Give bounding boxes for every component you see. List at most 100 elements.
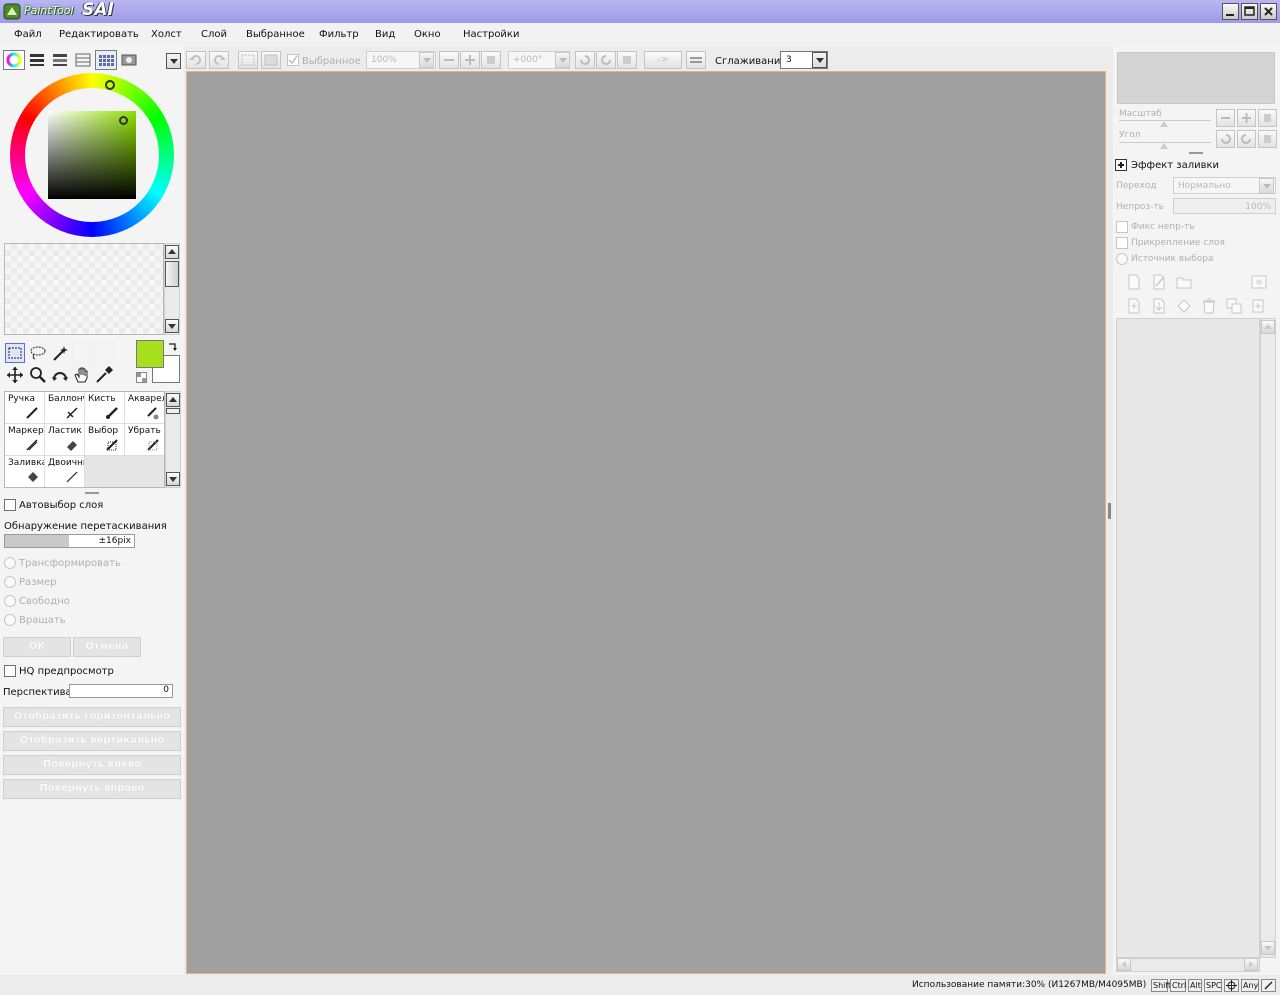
rotate-cw-button[interactable] (596, 51, 616, 69)
menu-selection[interactable]: Выбранное (246, 29, 305, 40)
rotate-left-button[interactable]: Повернуть влево (3, 755, 181, 775)
lasso-tool[interactable] (28, 343, 48, 363)
navigator-preview[interactable] (1117, 52, 1275, 104)
menu-view[interactable]: Вид (375, 29, 395, 40)
primary-color-swatch[interactable] (136, 340, 164, 368)
scratchpad-mode-button[interactable] (119, 51, 139, 69)
drag-detection-slider[interactable]: ±16pix (4, 534, 135, 548)
nav-zoom-reset-button[interactable] (1258, 109, 1277, 127)
perspective-input[interactable]: 0 (69, 684, 173, 698)
sv-cursor[interactable] (119, 116, 128, 125)
fill-effect-expand-button[interactable] (1115, 159, 1127, 171)
smoothing-dropdown-arrow[interactable] (812, 52, 827, 68)
maximize-button[interactable] (1241, 3, 1258, 20)
mixer-mode-button[interactable] (73, 51, 93, 69)
clear-layer-button[interactable] (1174, 296, 1194, 316)
new-folder-button[interactable] (1174, 272, 1194, 292)
minimize-button[interactable] (1222, 3, 1239, 20)
merge-down-button[interactable] (1149, 296, 1169, 316)
layer-mask-button[interactable] (1249, 272, 1269, 292)
opacity-slider[interactable]: 100% (1173, 198, 1276, 214)
tool-scroll-up-button[interactable] (166, 393, 180, 407)
tool-brush[interactable]: Кисть (85, 392, 125, 424)
nav-angle-thumb[interactable] (1160, 143, 1168, 149)
rect-select-tool[interactable] (5, 343, 25, 363)
show-selection-checkbox[interactable] (287, 54, 299, 66)
tool-eraser[interactable]: Ластик (45, 424, 85, 456)
tool-binary-pen[interactable]: Двоичный (45, 456, 85, 487)
tool-bucket[interactable]: Заливка (5, 456, 45, 487)
tool-airbrush[interactable]: Баллончик (45, 392, 85, 424)
transparent-color-button[interactable] (136, 372, 147, 383)
duplicate-layer-button[interactable] (1249, 296, 1269, 316)
eyedropper-tool[interactable] (94, 365, 114, 385)
stabilizer-toggle-button[interactable] (686, 51, 706, 69)
clipping-checkbox[interactable] (1116, 237, 1128, 249)
new-layer-button[interactable] (1124, 272, 1144, 292)
swatch-scroll-up-button[interactable] (165, 245, 179, 259)
close-button[interactable] (1260, 3, 1277, 20)
zoom-out-button[interactable] (439, 51, 459, 69)
menu-edit[interactable]: Редактировать (59, 29, 139, 40)
layer-list-vscrollbar[interactable] (1260, 318, 1276, 958)
zoom-dropdown-arrow[interactable] (419, 52, 434, 68)
color-wheel-mode-button[interactable] (3, 50, 25, 70)
hq-preview-checkbox[interactable] (4, 665, 16, 677)
delete-layer-button[interactable] (1199, 296, 1219, 316)
layer-list[interactable] (1116, 318, 1260, 958)
rotate-radio[interactable] (4, 614, 16, 626)
free-transform-radio[interactable] (4, 595, 16, 607)
nav-rotate-reset-button[interactable] (1258, 130, 1277, 148)
move-tool[interactable] (5, 365, 25, 385)
swatches-mode-button[interactable] (95, 50, 117, 70)
nav-zoom-in-button[interactable] (1237, 109, 1256, 127)
resize-radio[interactable] (4, 576, 16, 588)
layer-list-hscrollbar[interactable] (1116, 958, 1260, 972)
selection-source-radio[interactable] (1116, 253, 1128, 265)
menu-canvas[interactable]: Холст (151, 29, 182, 40)
preserve-opacity-checkbox[interactable] (1116, 221, 1128, 233)
new-linework-layer-button[interactable] (1149, 272, 1169, 292)
layer-scroll-right-button[interactable] (1244, 958, 1258, 971)
merge-selected-button[interactable] (1224, 296, 1244, 316)
swap-colors-button[interactable] (167, 341, 179, 353)
color-swatch-area[interactable] (4, 243, 164, 335)
tool-select-pen[interactable]: Выбор (85, 424, 125, 456)
menu-settings[interactable]: Настройки (463, 29, 519, 40)
menu-file[interactable]: Файл (14, 29, 42, 40)
nav-rotate-ccw-button[interactable] (1216, 130, 1235, 148)
flip-horizontal-button[interactable]: Отобразить горизонтально (3, 707, 181, 727)
swatch-scroll-down-button[interactable] (165, 319, 179, 333)
hue-cursor[interactable] (105, 80, 115, 90)
transform-radio[interactable] (4, 557, 16, 569)
undo-button[interactable] (186, 51, 206, 69)
right-splitter-handle[interactable] (1108, 503, 1111, 519)
flip-view-button[interactable]: -> (644, 51, 682, 69)
cancel-button[interactable]: Отмена (73, 637, 141, 657)
canvas-area[interactable] (186, 71, 1106, 974)
nav-zoom-out-button[interactable] (1216, 109, 1235, 127)
layer-scroll-left-button[interactable] (1117, 958, 1131, 971)
tool-deselect-pen[interactable]: Убрать (125, 424, 164, 456)
zoom-tool[interactable] (28, 365, 48, 385)
tool-scroll-thumb[interactable] (166, 408, 180, 414)
zoom-reset-button[interactable] (481, 51, 501, 69)
swatch-scroll-thumb[interactable] (165, 261, 179, 287)
flip-vertical-button[interactable]: Отобразить вертикально (3, 731, 181, 751)
color-panel-menu-button[interactable] (166, 53, 181, 69)
layer-scroll-up-button[interactable] (1261, 320, 1275, 334)
ok-button[interactable]: OK (3, 637, 71, 657)
copy-layer-button[interactable] (1124, 296, 1144, 316)
rgb-slider-mode-button[interactable] (27, 51, 47, 69)
rotate-right-button[interactable]: Повернуть вправо (3, 779, 181, 799)
angle-dropdown-arrow[interactable] (555, 52, 570, 68)
menu-layer[interactable]: Слой (201, 29, 227, 40)
redo-button[interactable] (209, 51, 229, 69)
auto-select-layer-checkbox[interactable] (4, 499, 16, 511)
menu-filter[interactable]: Фильтр (319, 29, 359, 40)
invert-selection-button[interactable] (261, 51, 281, 69)
layer-scroll-down-button[interactable] (1261, 941, 1275, 955)
navigator-splitter-handle[interactable] (1189, 152, 1203, 154)
magic-wand-tool[interactable] (50, 343, 70, 363)
rotate-tool[interactable] (50, 365, 70, 385)
